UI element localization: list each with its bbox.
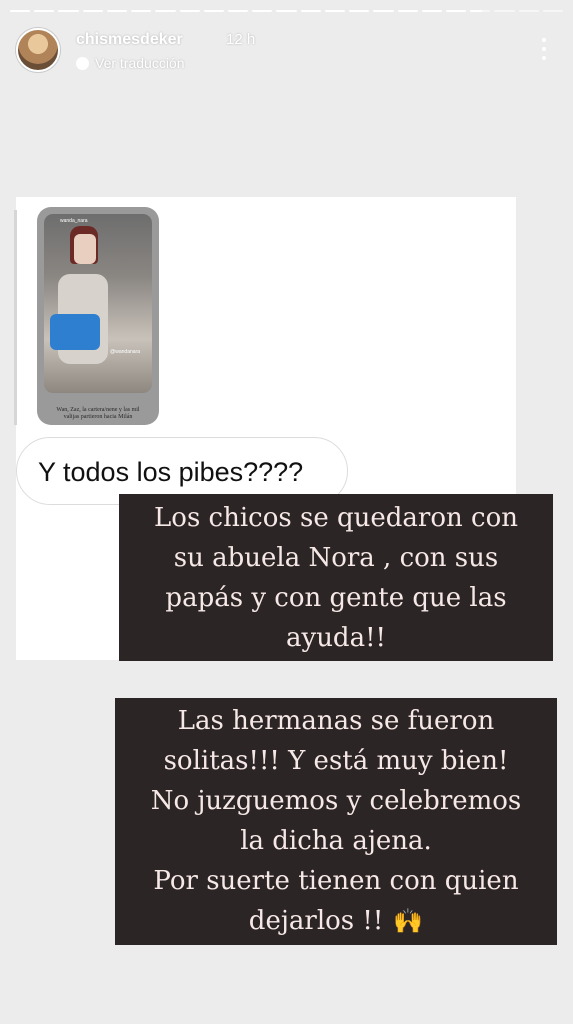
- story-progress-bar: [10, 10, 564, 12]
- story-progress-segment: [494, 10, 515, 12]
- text-line: Los chicos se quedaron con: [154, 503, 518, 533]
- story-header: chismesdeker 12 h Ver traducción: [16, 28, 557, 76]
- translate-link[interactable]: Ver traducción: [76, 55, 185, 71]
- story-progress-segment: [106, 10, 128, 12]
- thumbnail-photo: wanda_nara @wandanara: [44, 214, 152, 393]
- story-progress-segment: [276, 10, 297, 12]
- thumbnail-tag: wanda_nara: [60, 218, 88, 224]
- story-progress-segment: [421, 10, 442, 12]
- story-progress-segment: [34, 10, 55, 12]
- story-progress-segment: [155, 10, 176, 12]
- text-block-2: Las hermanas se fueron solitas!!! Y está…: [115, 698, 557, 945]
- text-line: ayuda!!: [286, 623, 386, 653]
- translate-icon: [76, 56, 89, 70]
- story-progress-segment: [179, 10, 200, 12]
- story-progress-segment: [349, 10, 370, 12]
- story-progress-segment: [10, 10, 31, 12]
- story-progress-segment: [82, 10, 103, 12]
- story-progress-segment: [518, 10, 539, 12]
- story-progress-segment: [300, 10, 321, 12]
- text-line: dejarlos !!: [248, 906, 384, 936]
- story-progress-segment: [397, 10, 418, 12]
- text-line: Por suerte tienen con quien: [153, 866, 519, 896]
- story-progress-segment: [373, 10, 394, 12]
- story-progress-segment: [227, 10, 249, 12]
- story-progress-segment: [542, 10, 564, 12]
- story-progress-segment: [324, 10, 346, 12]
- replied-story-thumbnail: wanda_nara @wandanara Wan, Zaz, la carte…: [37, 207, 159, 425]
- story-progress-segment: [131, 10, 152, 12]
- text-line: No juzguemos y celebremos: [150, 786, 522, 816]
- post-time: 12 h: [226, 31, 256, 48]
- text-line: solitas!!! Y está muy bien!: [163, 746, 509, 776]
- story-progress-segment: [470, 10, 491, 12]
- text-line: papás y con gente que las: [165, 583, 507, 613]
- text-block-1: Los chicos se quedaron con su abuela Nor…: [119, 494, 553, 661]
- thumbnail-tag-mention: @wandanara: [110, 349, 140, 355]
- text-line: su abuela Nora , con sus: [173, 543, 499, 573]
- handbag: [50, 314, 100, 350]
- thumbnail-caption: Wan, Zaz, la cartera/nene y las mil vali…: [56, 407, 140, 420]
- text-line: Las hermanas se fueron: [177, 706, 495, 736]
- story-progress-segment: [445, 10, 467, 12]
- story-progress-segment: [58, 10, 79, 12]
- translate-label: Ver traducción: [95, 55, 185, 71]
- story-progress-segment: [203, 10, 224, 12]
- reply-indicator-line: [14, 210, 17, 425]
- raised-hands-icon: 🙌: [393, 907, 424, 935]
- avatar[interactable]: [16, 28, 60, 72]
- more-options-icon[interactable]: [541, 38, 547, 60]
- username[interactable]: chismesdeker: [76, 31, 183, 49]
- story-progress-segment: [252, 10, 273, 12]
- text-line: la dicha ajena.: [240, 826, 432, 856]
